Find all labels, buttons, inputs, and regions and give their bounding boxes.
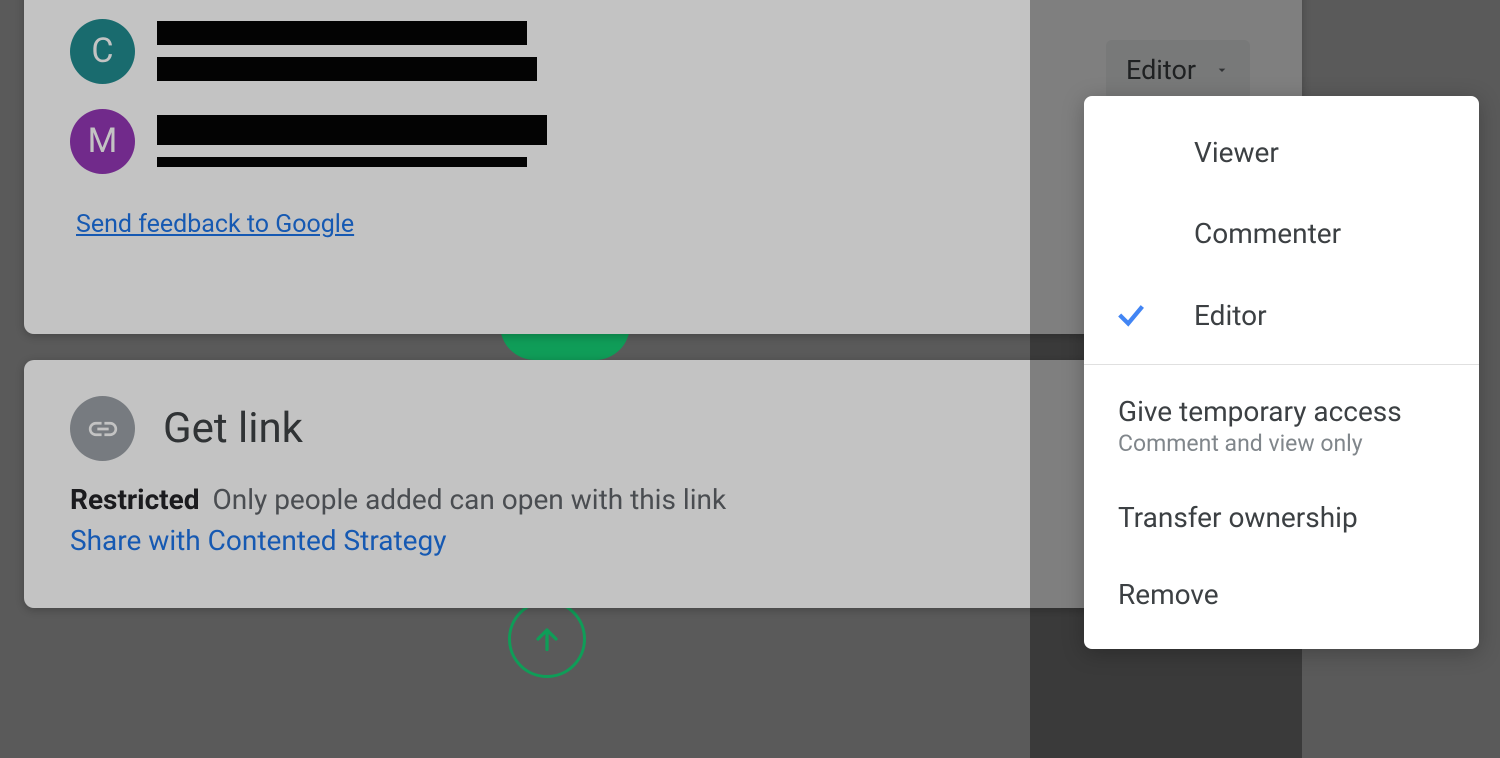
share-with-org-link[interactable]: Share with Contented Strategy <box>70 524 1256 557</box>
check-icon <box>1114 298 1194 332</box>
menu-item-editor[interactable]: Editor <box>1084 274 1479 356</box>
chevron-down-icon <box>1214 62 1230 78</box>
menu-item-temporary-access[interactable]: Give temporary access Comment and view o… <box>1084 373 1479 479</box>
menu-sublabel: Comment and view only <box>1118 430 1445 457</box>
upload-icon <box>508 600 586 678</box>
avatar-initial: M <box>88 121 118 161</box>
menu-item-viewer[interactable]: Viewer <box>1084 112 1479 193</box>
link-icon <box>70 396 135 461</box>
menu-divider <box>1084 364 1479 365</box>
menu-label: Transfer ownership <box>1118 501 1445 534</box>
get-link-title: Get link <box>163 404 303 453</box>
avatar-initial: C <box>91 31 113 71</box>
person-name-redacted <box>157 115 547 167</box>
person-row[interactable]: M <box>70 96 1256 186</box>
role-label: Editor <box>1126 54 1196 86</box>
menu-item-commenter[interactable]: Commenter <box>1084 193 1479 274</box>
menu-label: Editor <box>1194 299 1267 332</box>
menu-label: Viewer <box>1194 136 1279 169</box>
feedback-link[interactable]: Send feedback to Google <box>76 210 354 239</box>
get-link-header: Get link <box>70 396 1256 461</box>
restricted-description: Only people added can open with this lin… <box>212 483 726 516</box>
menu-label: Commenter <box>1194 217 1341 250</box>
link-restriction-text: Restricted Only people added can open wi… <box>70 483 1256 516</box>
avatar: M <box>70 109 135 174</box>
role-dropdown-button[interactable]: Editor <box>1106 40 1250 100</box>
role-dropdown-menu: Viewer Commenter Editor Give temporary a… <box>1084 96 1479 649</box>
menu-item-remove[interactable]: Remove <box>1084 556 1479 633</box>
menu-item-transfer-ownership[interactable]: Transfer ownership <box>1084 479 1479 556</box>
person-row[interactable]: C Editor <box>70 6 1256 96</box>
menu-label: Give temporary access <box>1118 395 1445 428</box>
avatar: C <box>70 19 135 84</box>
restricted-label: Restricted <box>70 483 200 516</box>
person-name-redacted <box>157 21 537 81</box>
menu-label: Remove <box>1118 578 1445 611</box>
